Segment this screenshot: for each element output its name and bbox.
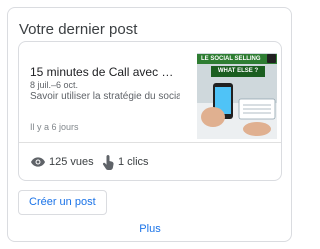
more-link[interactable]: Plus [138, 223, 162, 235]
clicks-count: 1 clics [118, 156, 149, 168]
views-stat: 125 vues [31, 154, 94, 170]
clicks-stat: 1 clics [102, 154, 149, 170]
views-count: 125 vues [49, 156, 94, 168]
post-description: Savoir utiliser la stratégie du social s [30, 91, 180, 102]
latest-post-card: Votre dernier post 15 minutes de Call av… [7, 7, 292, 242]
post-title: 15 minutes de Call avec Lauriann… [30, 65, 180, 79]
touch-hand-icon [102, 154, 114, 170]
thumbnail-badge-icon [267, 54, 276, 63]
post-preview-link[interactable]: 15 minutes de Call avec Lauriann… 8 juil… [19, 42, 281, 142]
create-post-button[interactable]: Créer un post [18, 190, 107, 215]
post-age: Il y a 6 jours [30, 122, 79, 132]
post-preview: 15 minutes de Call avec Lauriann… 8 juil… [18, 41, 282, 181]
post-thumbnail: LE SOCIAL SELLING WHAT ELSE ? [197, 53, 277, 139]
post-date-range: 8 juil.–6 oct. [30, 80, 79, 90]
thumbnail-banner-top: LE SOCIAL SELLING [197, 54, 277, 64]
eye-icon [31, 157, 45, 167]
card-title: Votre dernier post [19, 21, 138, 38]
thumbnail-banner-mid: WHAT ELSE ? [211, 66, 265, 77]
divider [19, 142, 281, 143]
